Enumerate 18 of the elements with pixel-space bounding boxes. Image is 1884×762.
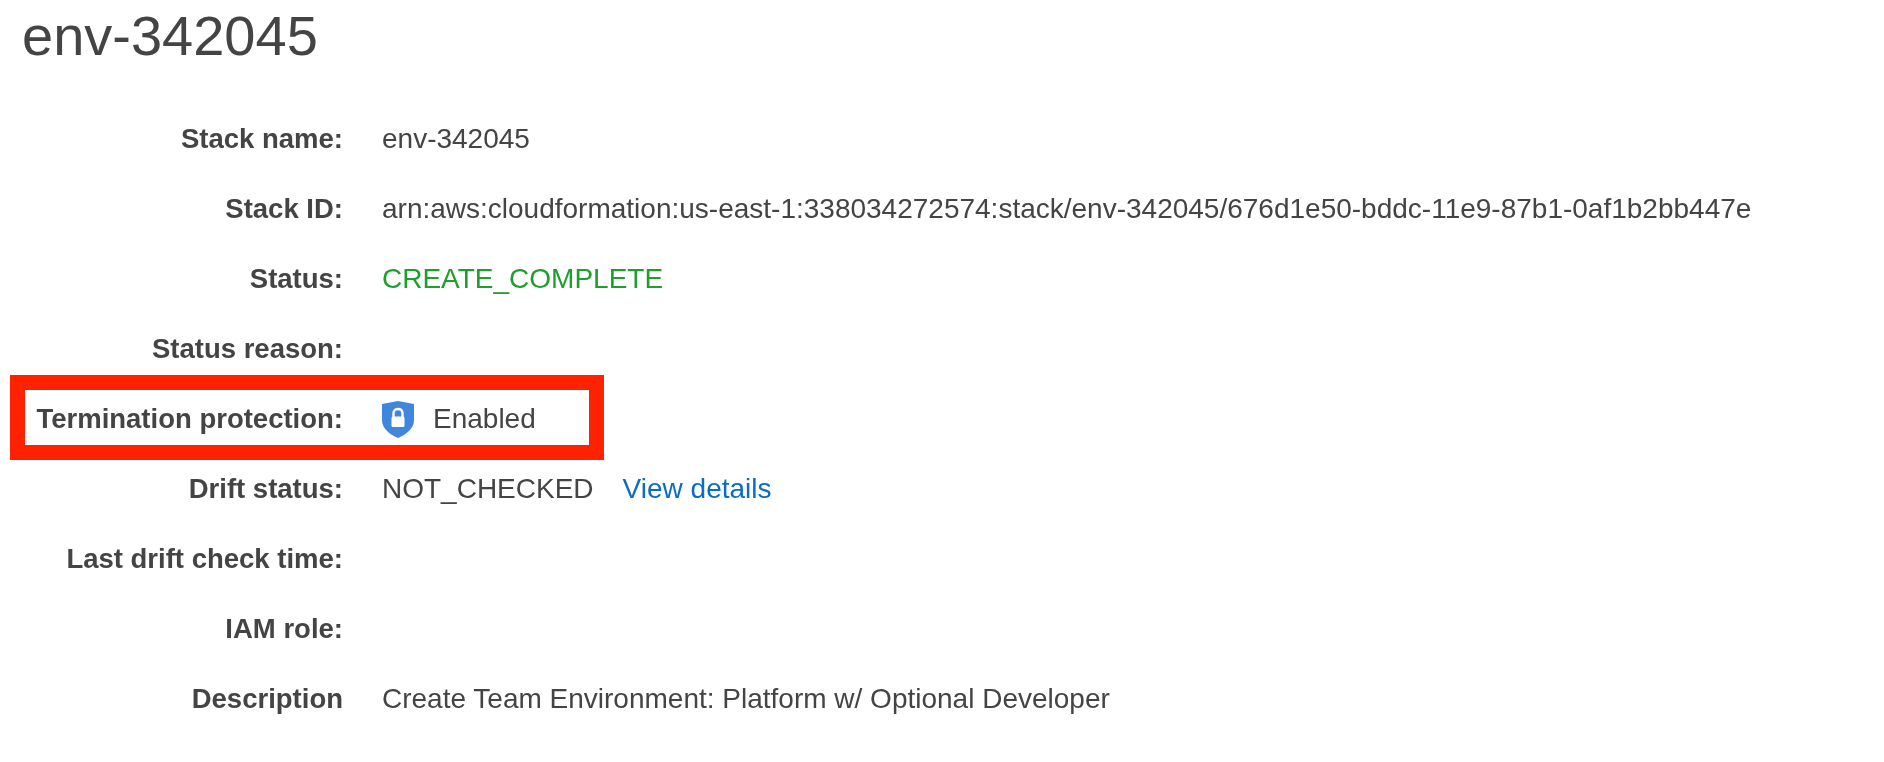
field-label: Drift status: (188, 473, 343, 505)
field-label: Stack ID: (225, 193, 343, 225)
protection-value: Enabled (433, 403, 536, 435)
field-value: arn:aws:cloudformation:us-east-1:338034272574:stack/env-342045/676d1e50-bddc-11e9-87b1-0af1b2bb447e (382, 193, 1752, 225)
field-label: Status reason: (151, 333, 343, 365)
shield-lock-icon (382, 400, 414, 438)
field-label: Termination protection: (36, 403, 343, 435)
field-label: IAM role: (225, 613, 343, 645)
status-value: CREATE_COMPLETE (382, 263, 664, 295)
field-value: env-342045 (382, 123, 530, 155)
field-label: Stack name: (180, 123, 343, 155)
field-label: Description (191, 683, 343, 715)
field-label: Status: (249, 263, 343, 295)
field-label: Last drift check time: (66, 543, 343, 575)
field-value: NOT_CHECKED (382, 473, 594, 505)
field-value: Create Team Environment: Platform w/ Optional Developer (382, 683, 1110, 715)
view-details-link[interactable]: View details (622, 473, 772, 505)
page-title: env-342045 (22, 4, 318, 68)
